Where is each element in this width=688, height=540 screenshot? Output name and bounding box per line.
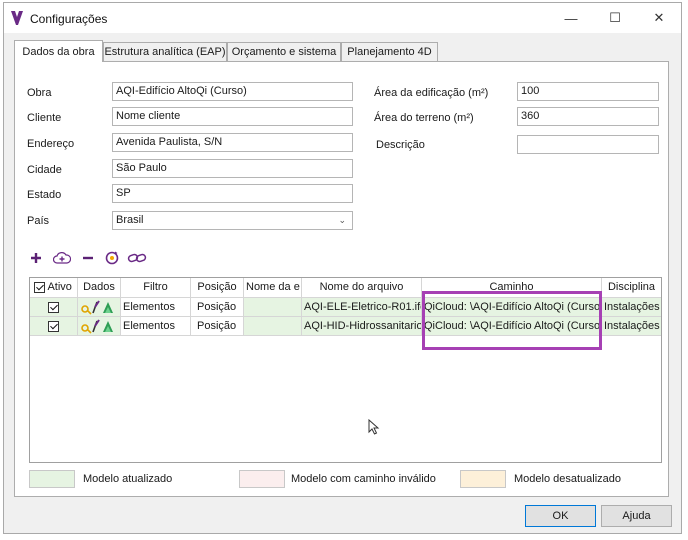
row-filter-cell[interactable]: Elementos (121, 298, 191, 317)
close-icon: ✕ (653, 10, 665, 25)
maximize-button[interactable]: ☐ (593, 3, 637, 33)
tab-estrutura-analitica[interactable]: Estrutura analítica (EAP) (103, 42, 227, 61)
area-edificacao-field[interactable]: 100 (517, 82, 659, 101)
row-filter-cell[interactable]: Elementos (121, 317, 191, 336)
cliente-field[interactable]: Nome cliente (112, 107, 353, 126)
cidade-label: Cidade (27, 164, 62, 176)
header-nome-e[interactable]: Nome da e (244, 278, 302, 298)
area-terreno-label: Área do terreno (m²) (374, 112, 474, 124)
row-name-cell[interactable] (244, 298, 302, 317)
row-discipline-cell[interactable]: Instalações (602, 298, 661, 317)
obra-label: Obra (27, 87, 52, 99)
row-data-icons[interactable] (78, 298, 121, 317)
header-disciplina[interactable]: Disciplina (602, 278, 661, 298)
row-name-cell[interactable] (244, 317, 302, 336)
area-edificacao-label: Área da edificação (m²) (374, 87, 489, 99)
row-position-cell[interactable]: Posição (191, 317, 244, 336)
estado-label: Estado (27, 189, 62, 201)
header-caminho[interactable]: Caminho (422, 278, 602, 298)
pais-select[interactable]: Brasil ⌄ (112, 211, 353, 230)
model-tools-icon (81, 319, 113, 334)
descricao-label: Descrição (376, 139, 425, 151)
row-file-cell[interactable]: AQI-ELE-Eletrico-R01.ifc (302, 298, 422, 317)
minimize-icon: — (564, 10, 578, 26)
plus-icon[interactable] (26, 249, 46, 267)
tab-dados-da-obra[interactable]: Dados da obra (14, 40, 103, 62)
mouse-cursor-icon (368, 419, 380, 435)
legend-updated-label: Modelo atualizado (83, 473, 173, 485)
area-terreno-field[interactable]: 360 (517, 107, 659, 126)
app-logo-icon (11, 11, 23, 25)
cliente-label: Cliente (27, 112, 62, 124)
close-button[interactable]: ✕ (637, 3, 681, 33)
legend-outdated-label: Modelo desatualizado (514, 473, 622, 485)
legend-invalid-swatch (239, 470, 285, 488)
ok-button[interactable]: OK (525, 505, 596, 527)
row-active-cell[interactable] (30, 298, 78, 317)
sync-icon[interactable] (102, 249, 122, 267)
endereco-field[interactable]: Avenida Paulista, S/N (112, 133, 353, 152)
header-ativo-label: Ativo (47, 281, 72, 293)
estado-field[interactable]: SP (112, 184, 353, 203)
legend-updated-swatch (29, 470, 75, 488)
model-tools-icon (81, 300, 113, 315)
models-grid: Ativo Dados Filtro Posição Nome da e Nom… (29, 277, 662, 463)
select-all-checkbox[interactable] (34, 281, 45, 293)
pais-label: País (27, 215, 50, 227)
row-active-checkbox[interactable] (48, 320, 59, 332)
tab-planejamento-4d[interactable]: Planejamento 4D (341, 42, 438, 61)
header-filtro[interactable]: Filtro (121, 278, 191, 298)
row-data-icons[interactable] (78, 317, 121, 336)
legend-invalid-label: Modelo com caminho inválido (291, 473, 436, 485)
row-active-cell[interactable] (30, 317, 78, 336)
minus-icon[interactable] (78, 249, 98, 267)
header-dados[interactable]: Dados (78, 278, 121, 298)
pais-selected-value: Brasil (116, 214, 144, 226)
tab-panel-dados-da-obra: Obra AQI-Edifício AltoQi (Curso) Cliente… (14, 61, 669, 497)
tab-orcamento-sistema[interactable]: Orçamento e sistema (227, 42, 341, 61)
endereco-label: Endereço (27, 138, 75, 150)
link-icon[interactable] (127, 249, 147, 267)
minimize-button[interactable]: — (549, 3, 593, 33)
header-posicao[interactable]: Posição (191, 278, 244, 298)
row-discipline-cell[interactable]: Instalações (602, 317, 661, 336)
row-file-cell[interactable]: AQI-HID-Hidrossanitario- (302, 317, 422, 336)
title-bar: Configurações — ☐ ✕ (4, 3, 681, 33)
row-path-cell[interactable]: QiCloud: \AQI-Edifício AltoQi (Curso) (422, 317, 602, 336)
header-ativo[interactable]: Ativo (30, 278, 78, 298)
window-title: Configurações (30, 12, 108, 26)
row-active-checkbox[interactable] (48, 301, 59, 313)
help-button[interactable]: Ajuda (601, 505, 672, 527)
chevron-down-icon: ⌄ (338, 215, 346, 225)
row-position-cell[interactable]: Posição (191, 298, 244, 317)
add-cloud-icon[interactable] (52, 249, 72, 267)
maximize-icon: ☐ (609, 10, 621, 25)
legend-outdated-swatch (460, 470, 506, 488)
descricao-field[interactable] (517, 135, 659, 154)
obra-field[interactable]: AQI-Edifício AltoQi (Curso) (112, 82, 353, 101)
row-path-cell[interactable]: QiCloud: \AQI-Edifício AltoQi (Curso) (422, 298, 602, 317)
cidade-field[interactable]: São Paulo (112, 159, 353, 178)
header-nome-arquivo[interactable]: Nome do arquivo (302, 278, 422, 298)
configuracoes-window: Configurações — ☐ ✕ Dados da obra Estrut… (3, 2, 682, 534)
